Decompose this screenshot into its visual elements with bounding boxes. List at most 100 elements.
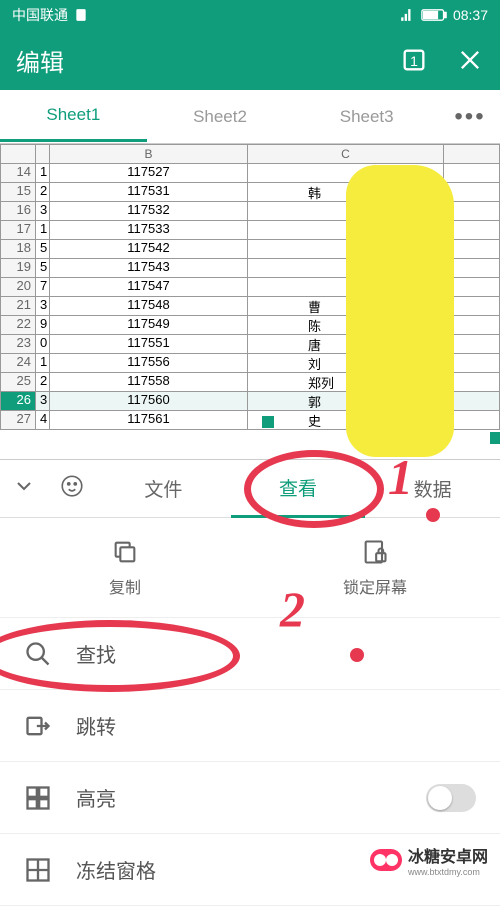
freeze-label: 冻结窗格 <box>76 855 156 884</box>
col-header-a[interactable] <box>36 144 50 164</box>
carrier-label: 中国联通 <box>12 5 68 25</box>
panel-tab-file[interactable]: 文件 <box>96 461 231 516</box>
cell-b[interactable]: 117556 <box>50 354 248 373</box>
battery-icon <box>421 8 447 22</box>
cell-a[interactable]: 3 <box>36 392 50 411</box>
cell-a[interactable]: 0 <box>36 335 50 354</box>
cell-b[interactable]: 117532 <box>50 202 248 221</box>
cell-b[interactable]: 117533 <box>50 221 248 240</box>
cell-d[interactable] <box>444 164 500 183</box>
cell-a[interactable]: 7 <box>36 278 50 297</box>
search-menu-item[interactable]: 查找 <box>0 618 500 690</box>
yellow-highlight-annotation <box>346 165 454 457</box>
lock-screen-label: 锁定屏幕 <box>343 574 407 598</box>
column-headers: B C <box>0 144 500 164</box>
watermark-url: www.btxtdmy.com <box>408 867 488 877</box>
highlight-label: 高亮 <box>76 783 116 812</box>
selection-handle-left[interactable] <box>262 416 274 428</box>
row-header[interactable]: 23 <box>0 335 36 354</box>
cell-a[interactable]: 1 <box>36 164 50 183</box>
goto-icon <box>24 712 52 740</box>
col-header-b[interactable]: B <box>50 144 248 164</box>
cell-a[interactable]: 2 <box>36 183 50 202</box>
status-bar: 中国联通 08:37 <box>0 0 500 30</box>
cell-a[interactable]: 2 <box>36 373 50 392</box>
panel-tabs: 文件 查看 数据 <box>0 460 500 518</box>
selection-handle-right[interactable] <box>490 432 500 444</box>
panel-tab-view[interactable]: 查看 <box>231 460 366 518</box>
sheet-tab-1[interactable]: Sheet1 <box>0 91 147 142</box>
sheet-tabs: Sheet1 Sheet2 Sheet3 ••• <box>0 90 500 144</box>
svg-text:1: 1 <box>410 53 418 69</box>
highlight-toggle[interactable] <box>426 784 476 812</box>
cell-a[interactable]: 4 <box>36 411 50 430</box>
row-header[interactable]: 14 <box>0 164 36 183</box>
row-header[interactable]: 19 <box>0 259 36 278</box>
red-dot-2 <box>350 648 364 662</box>
cell-a[interactable]: 5 <box>36 240 50 259</box>
assistant-button[interactable] <box>48 473 96 504</box>
cell-b[interactable]: 117547 <box>50 278 248 297</box>
bottom-panel: 文件 查看 数据 复制 锁定屏幕 查找 跳转 高亮 冻结窗格 <box>0 459 500 889</box>
signal-icon <box>399 8 415 22</box>
row-header[interactable]: 26 <box>0 392 36 411</box>
page-title: 编辑 <box>16 43 64 78</box>
freeze-icon <box>24 856 52 884</box>
watermark-text: 冰糖安卓网 <box>408 843 488 867</box>
cell-a[interactable]: 1 <box>36 354 50 373</box>
cell-b[interactable]: 117543 <box>50 259 248 278</box>
cell-b[interactable]: 117549 <box>50 316 248 335</box>
red-dot-1 <box>426 508 440 522</box>
watermark-logo-icon <box>370 849 402 871</box>
search-icon <box>24 640 52 668</box>
cell-b[interactable]: 117527 <box>50 164 248 183</box>
watermark: 冰糖安卓网 www.btxtdmy.com <box>370 843 488 877</box>
copy-action[interactable]: 复制 <box>0 518 250 617</box>
cell-b[interactable]: 117560 <box>50 392 248 411</box>
row-header[interactable]: 22 <box>0 316 36 335</box>
cell-a[interactable]: 3 <box>36 202 50 221</box>
row-header[interactable]: 15 <box>0 183 36 202</box>
cell-b[interactable]: 117542 <box>50 240 248 259</box>
row-header[interactable]: 16 <box>0 202 36 221</box>
tab-count-icon[interactable]: 1 <box>400 46 428 74</box>
sheet-tab-3[interactable]: Sheet3 <box>293 93 440 141</box>
col-header-d[interactable] <box>444 144 500 164</box>
title-bar: 编辑 1 <box>0 30 500 90</box>
time-label: 08:37 <box>453 7 488 23</box>
row-header[interactable]: 17 <box>0 221 36 240</box>
cell-a[interactable]: 5 <box>36 259 50 278</box>
red-number-2: 2 <box>280 580 305 638</box>
copy-icon <box>111 538 139 566</box>
row-header[interactable]: 20 <box>0 278 36 297</box>
copy-label: 复制 <box>109 574 141 598</box>
collapse-button[interactable] <box>0 474 48 503</box>
goto-label: 跳转 <box>76 711 116 740</box>
row-header[interactable]: 25 <box>0 373 36 392</box>
row-header[interactable]: 21 <box>0 297 36 316</box>
highlight-menu-item[interactable]: 高亮 <box>0 762 500 834</box>
cell-b[interactable]: 117551 <box>50 335 248 354</box>
close-icon[interactable] <box>456 46 484 74</box>
sheet-tab-2[interactable]: Sheet2 <box>147 93 294 141</box>
cell-a[interactable]: 3 <box>36 297 50 316</box>
cell-b[interactable]: 117558 <box>50 373 248 392</box>
cell-b[interactable]: 117561 <box>50 411 248 430</box>
cell-b[interactable]: 117548 <box>50 297 248 316</box>
assistant-icon <box>59 473 85 499</box>
col-header-c[interactable]: C <box>248 144 444 164</box>
red-number-1: 1 <box>388 448 413 506</box>
cell-a[interactable]: 9 <box>36 316 50 335</box>
row-header[interactable]: 18 <box>0 240 36 259</box>
lock-screen-icon <box>361 538 389 566</box>
search-label: 查找 <box>76 639 116 668</box>
row-header[interactable]: 24 <box>0 354 36 373</box>
cell-a[interactable]: 1 <box>36 221 50 240</box>
cell-b[interactable]: 117531 <box>50 183 248 202</box>
sheet-more-button[interactable]: ••• <box>440 103 500 131</box>
row-header[interactable]: 27 <box>0 411 36 430</box>
sim-icon <box>74 8 88 22</box>
highlight-icon <box>24 784 52 812</box>
action-row: 复制 锁定屏幕 <box>0 518 500 618</box>
goto-menu-item[interactable]: 跳转 <box>0 690 500 762</box>
